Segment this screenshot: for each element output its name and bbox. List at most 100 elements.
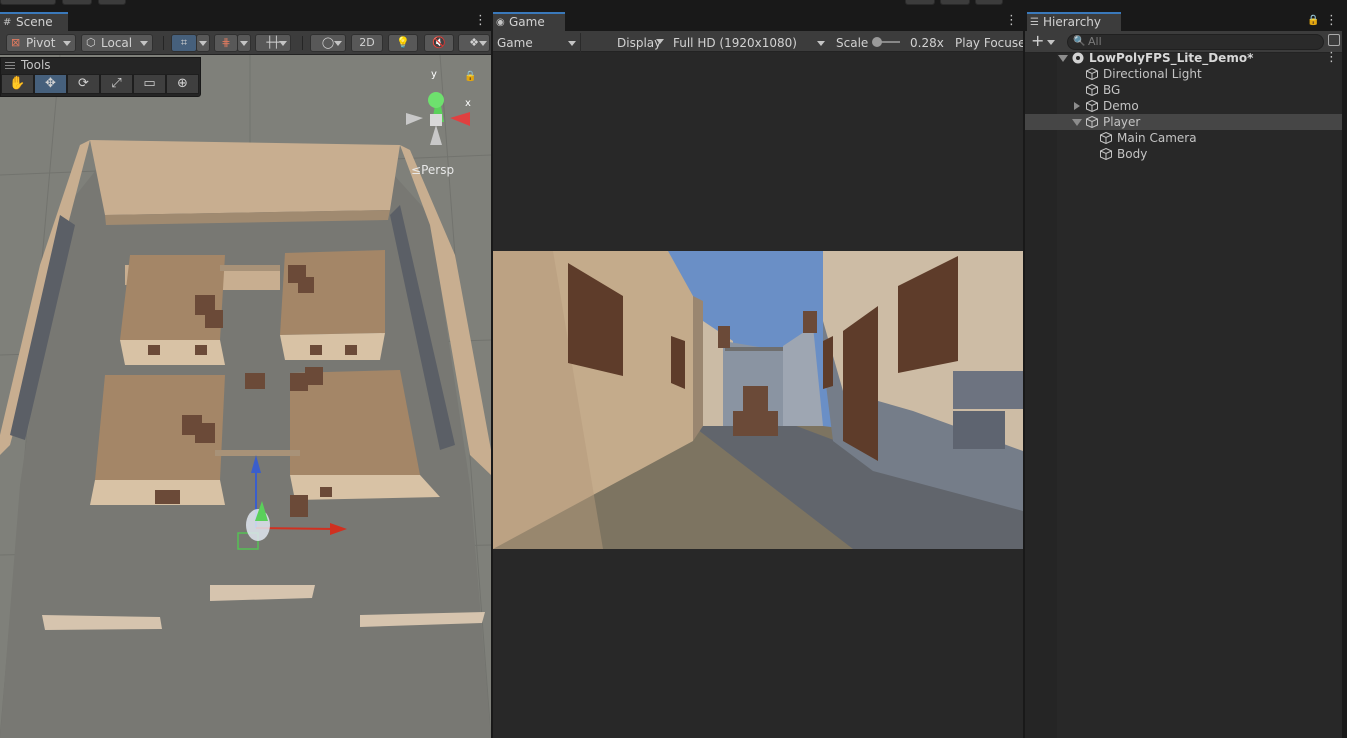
tab-scene[interactable]: # Scene <box>0 12 68 31</box>
scale-label: Scale <box>836 36 869 50</box>
game-mode-select[interactable]: Game <box>493 33 581 53</box>
top-toolbar-button[interactable] <box>62 0 92 5</box>
game-toolbar: Game Display 1 Full HD (1920x1080) Scale… <box>493 31 1023 70</box>
tab-scene-label: Scene <box>16 15 53 29</box>
hierarchy-item-bg[interactable]: BG <box>1025 82 1342 98</box>
gamepad-icon: ◉ <box>496 17 505 28</box>
scale-slider[interactable] <box>872 37 900 47</box>
chevron-down-icon <box>817 41 825 46</box>
hierarchy-scene-row[interactable]: LowPolyFPS_Lite_Demo* ⋮ <box>1025 50 1342 66</box>
grid-snap-toggle[interactable]: ⌗ <box>171 34 197 52</box>
scene-name: LowPolyFPS_Lite_Demo* <box>1089 51 1254 65</box>
increment-snap-button[interactable]: ┼┼ <box>255 34 291 52</box>
gameobject-cube-icon <box>1086 68 1098 80</box>
chevron-down-icon <box>334 41 342 46</box>
hierarchy-panel: ☰ Hierarchy 🔒 ⋮ + 🔍 All LowPolyFPS_Lite_… <box>1025 12 1342 738</box>
search-input[interactable]: 🔍 All <box>1067 34 1324 50</box>
tools-overlay: Tools ✋ ✥ ⟳ ⤢ ▭ ⊕ <box>0 57 201 97</box>
hierarchy-item-demo[interactable]: Demo <box>1025 98 1342 114</box>
chevron-down-icon <box>240 41 248 46</box>
gameobject-cube-icon <box>1100 148 1112 160</box>
game-panel: ◉ Game ⋮ Game Display 1 Full HD (1920x10… <box>493 12 1023 738</box>
scene-picker-icon[interactable] <box>1328 34 1340 46</box>
pivot-icon: ⊠ <box>11 36 21 49</box>
chevron-down-icon <box>568 41 576 46</box>
game-menu-icon[interactable]: ⋮ <box>1005 14 1018 28</box>
scene-tabbar: # Scene ⋮ <box>0 12 491 31</box>
grid-icon: # <box>3 17 12 28</box>
pivot-dropdown[interactable]: ⊠ Pivot <box>6 34 76 52</box>
persp-label[interactable]: ≤Persp <box>411 163 454 177</box>
chevron-down-icon <box>479 41 487 46</box>
local-cube-icon: ⬡ <box>86 36 96 49</box>
chevron-down-icon <box>63 41 71 46</box>
top-toolbar-button[interactable] <box>98 0 126 5</box>
scene-row-menu-icon[interactable]: ⋮ <box>1325 51 1338 65</box>
chevron-down-icon <box>656 39 664 44</box>
grid-snap-dropdown[interactable] <box>196 34 210 52</box>
tab-game[interactable]: ◉ Game <box>493 12 565 31</box>
game-view-render <box>493 251 1023 549</box>
toolbar-separator <box>302 36 303 50</box>
expand-arrow-icon[interactable] <box>1058 55 1068 62</box>
play-focused-button[interactable]: Play Focuse <box>951 33 1023 53</box>
scene-toolbar: ⊠ Pivot ⬡ Local ⌗ ⋕ ┼┼ ◯ 2D 💡 🔇 ❖ <box>0 31 491 55</box>
tab-hierarchy-label: Hierarchy <box>1043 15 1102 29</box>
rotate-tool-button[interactable]: ⟳ <box>67 74 100 94</box>
persp-arrows-icon: ≤ <box>411 163 422 177</box>
tools-overlay-title[interactable]: Tools <box>5 59 51 72</box>
hierarchy-item-player[interactable]: Player <box>1025 114 1342 130</box>
local-dropdown[interactable]: ⬡ Local <box>81 34 153 52</box>
move-tool-button[interactable]: ✥ <box>34 74 67 94</box>
chevron-down-icon <box>279 41 287 46</box>
list-icon: ☰ <box>1030 17 1039 28</box>
lock-icon[interactable]: 🔒 <box>464 71 476 82</box>
scale-tool-button[interactable]: ⤢ <box>100 74 133 94</box>
top-toolbar-button[interactable] <box>0 0 56 5</box>
effects-dropdown[interactable]: ❖ <box>458 34 490 52</box>
audio-toggle[interactable]: 🔇 <box>424 34 454 52</box>
toolbar-separator <box>163 36 164 50</box>
lighting-toggle[interactable]: 💡 <box>388 34 418 52</box>
hierarchy-item-body[interactable]: Body <box>1025 146 1342 162</box>
editor-top-strip <box>0 0 1347 12</box>
scale-value: 0.28x <box>910 36 944 50</box>
add-button[interactable]: + <box>1031 32 1044 50</box>
hierarchy-item-directional-light[interactable]: Directional Light <box>1025 66 1342 82</box>
top-toolbar-button[interactable] <box>975 0 1003 5</box>
chevron-down-icon <box>140 41 148 46</box>
transform-tool-button[interactable]: ⊕ <box>166 74 199 94</box>
expand-arrow-icon[interactable] <box>1072 119 1082 126</box>
gameobject-cube-icon <box>1086 116 1098 128</box>
rect-tool-button[interactable]: ▭ <box>133 74 166 94</box>
search-icon: 🔍 <box>1073 36 1086 47</box>
hand-tool-button[interactable]: ✋ <box>1 74 34 94</box>
scale-slider-thumb[interactable] <box>872 37 882 47</box>
grid-visibility-dropdown[interactable] <box>237 34 251 52</box>
mode-2d-toggle[interactable]: 2D <box>351 34 383 52</box>
gameobject-cube-icon <box>1086 100 1098 112</box>
resolution-select[interactable]: Full HD (1920x1080) <box>669 33 829 53</box>
game-viewport[interactable] <box>493 53 1023 738</box>
scene-viewport[interactable]: y x 🔒 ≤Persp <box>0 55 491 738</box>
gameobject-cube-icon <box>1100 132 1112 144</box>
tab-hierarchy[interactable]: ☰ Hierarchy <box>1027 12 1121 31</box>
expand-arrow-icon[interactable] <box>1074 102 1080 110</box>
gizmo-x-label: x <box>465 98 471 109</box>
chevron-down-icon[interactable] <box>1047 40 1055 45</box>
scene-menu-icon[interactable]: ⋮ <box>474 14 487 28</box>
lock-icon[interactable]: 🔒 <box>1307 15 1319 26</box>
drag-grip-icon <box>5 65 15 66</box>
gizmo-y-label: y <box>431 69 437 80</box>
unity-scene-icon <box>1072 52 1084 64</box>
top-toolbar-button[interactable] <box>940 0 970 5</box>
hierarchy-item-main-camera[interactable]: Main Camera <box>1025 130 1342 146</box>
game-tabbar: ◉ Game ⋮ <box>493 12 1023 31</box>
grid-visibility-toggle[interactable]: ⋕ <box>214 34 238 52</box>
top-toolbar-button[interactable] <box>905 0 935 5</box>
gameobject-cube-icon <box>1086 84 1098 96</box>
local-label: Local <box>101 36 133 50</box>
pivot-label: Pivot <box>26 36 56 50</box>
draw-mode-dropdown[interactable]: ◯ <box>310 34 346 52</box>
hierarchy-menu-icon[interactable]: ⋮ <box>1325 14 1338 28</box>
